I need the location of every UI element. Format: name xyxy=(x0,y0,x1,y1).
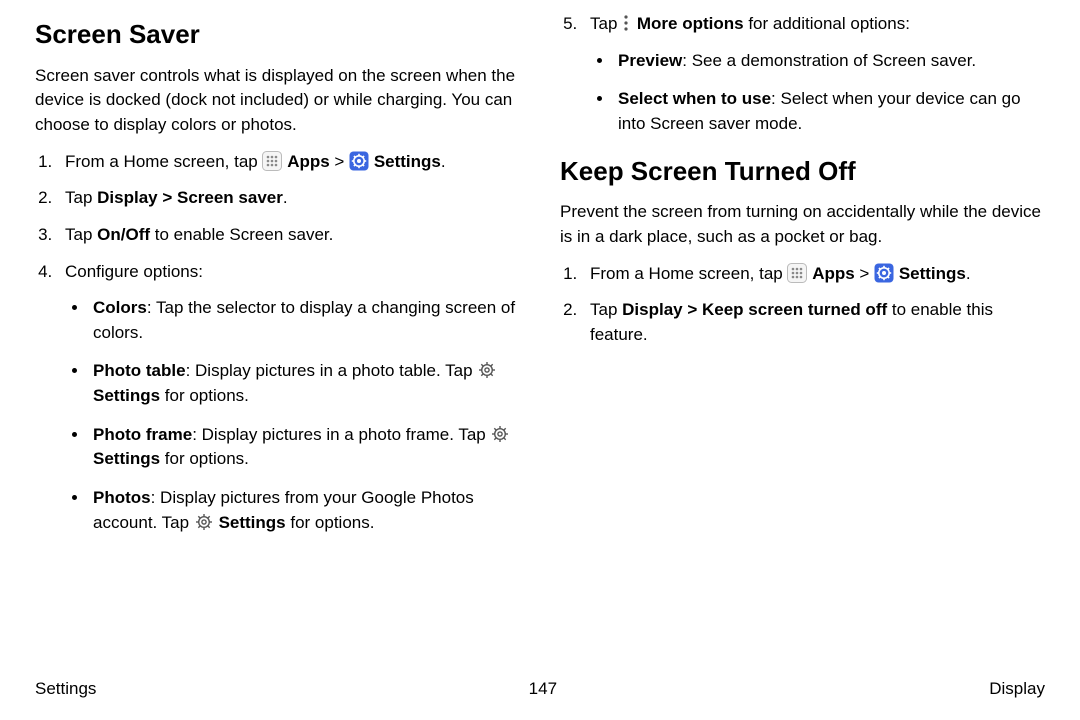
kso-step-2: Tap Display > Keep screen turned off to … xyxy=(582,298,1045,347)
footer-left: Settings xyxy=(35,677,96,702)
intro-screen-saver: Screen saver controls what is displayed … xyxy=(35,64,520,138)
step-3: Tap On/Off to enable Screen saver. xyxy=(57,223,520,248)
step-1: From a Home screen, tap Apps > Settings. xyxy=(57,150,520,175)
page-footer: Settings 147 Display xyxy=(35,671,1045,702)
kso-step-1: From a Home screen, tap Apps > Settings. xyxy=(582,262,1045,287)
bullet-photo-frame: Photo frame: Display pictures in a photo… xyxy=(89,423,520,472)
bullet-colors: Colors: Tap the selector to display a ch… xyxy=(89,296,520,345)
apps-icon xyxy=(262,151,282,171)
bullet-preview: Preview: See a demonstration of Screen s… xyxy=(614,49,1045,74)
bullet-photos: Photos: Display pictures from your Googl… xyxy=(89,486,520,535)
footer-right: Display xyxy=(989,677,1045,702)
footer-page-number: 147 xyxy=(529,677,557,702)
gear-outline-icon xyxy=(194,512,214,532)
more-options-icon xyxy=(622,13,632,33)
heading-keep-screen-off: Keep Screen Turned Off xyxy=(560,153,1045,191)
bullet-select-when: Select when to use: Select when your dev… xyxy=(614,87,1045,136)
settings-gear-icon xyxy=(874,263,894,283)
gear-outline-icon xyxy=(477,360,497,380)
intro-keep-screen-off: Prevent the screen from turning on accid… xyxy=(560,200,1045,249)
apps-icon xyxy=(787,263,807,283)
settings-gear-icon xyxy=(349,151,369,171)
bullet-photo-table: Photo table: Display pictures in a photo… xyxy=(89,359,520,408)
step-5: Tap More options for additional options:… xyxy=(582,12,1045,137)
step-4: Configure options: Colors: Tap the selec… xyxy=(57,260,520,536)
gear-outline-icon xyxy=(490,424,510,444)
heading-screen-saver: Screen Saver xyxy=(35,16,520,54)
step-2: Tap Display > Screen saver. xyxy=(57,186,520,211)
